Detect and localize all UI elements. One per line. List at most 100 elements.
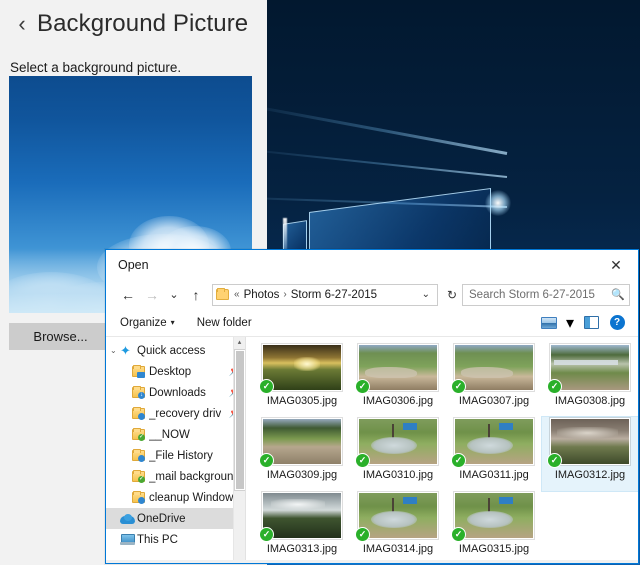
file-item[interactable]: ✓ IMAG0305.jpg bbox=[254, 343, 350, 417]
sync-check-icon: ✓ bbox=[547, 379, 562, 394]
page-title: Background Picture bbox=[37, 10, 249, 37]
star-icon: ✦ bbox=[120, 343, 131, 358]
preview-pane-icon[interactable] bbox=[578, 312, 604, 334]
nav-item-cleanup-window[interactable]: cleanup Window bbox=[106, 487, 245, 508]
back-icon[interactable]: ← bbox=[116, 283, 140, 307]
file-thumbnail-wrapper: ✓ bbox=[547, 344, 630, 394]
file-thumbnail-image bbox=[454, 418, 534, 465]
file-thumbnail-wrapper: ✓ bbox=[259, 418, 342, 468]
nav-item-label: Quick access bbox=[137, 344, 206, 357]
nav-item-label: _mail backgroun bbox=[149, 470, 234, 483]
nav-item-mail-backgroun[interactable]: ✓ _mail backgroun bbox=[106, 466, 245, 487]
nav-item-quick-access[interactable]: ⌄ ✦ Quick access bbox=[106, 340, 245, 361]
nav-item-label: Downloads bbox=[149, 386, 206, 399]
file-thumbnail-image bbox=[262, 492, 342, 539]
file-item[interactable]: ✓ IMAG0310.jpg bbox=[350, 417, 446, 491]
navigation-scrollbar[interactable]: ▴ bbox=[233, 337, 245, 563]
settings-subtitle: Select a background picture. bbox=[10, 60, 182, 75]
file-name-label: IMAG0306.jpg bbox=[362, 395, 434, 407]
file-thumbnail-image bbox=[358, 418, 438, 465]
nav-item-this-pc[interactable]: This PC bbox=[106, 529, 245, 550]
nav-item-label: This PC bbox=[137, 533, 178, 546]
nav-item-now[interactable]: ✓ __NOW bbox=[106, 424, 245, 445]
file-name-label: IMAG0309.jpg bbox=[266, 469, 338, 481]
file-thumbnail-wrapper: ✓ bbox=[355, 492, 438, 542]
file-thumbnail-wrapper: ✓ bbox=[259, 344, 342, 394]
file-grid: ✓ IMAG0305.jpg ✓ IMAG0306.jpg ✓ IMAG0307.jpg ✓… bbox=[246, 337, 638, 563]
chevron-down-icon: ▾ bbox=[170, 318, 175, 327]
file-thumbnail-wrapper: ✓ bbox=[451, 492, 534, 542]
nav-item-recovery-driv[interactable]: _recovery driv📌 bbox=[106, 403, 245, 424]
search-box[interactable]: Search Storm 6-27-2015 🔍 bbox=[462, 283, 630, 306]
dialog-titlebar: Open ✕ bbox=[106, 250, 638, 280]
file-item[interactable]: ✓ IMAG0307.jpg bbox=[446, 343, 542, 417]
help-icon[interactable]: ? bbox=[604, 312, 630, 334]
back-chevron-icon[interactable]: ‹ bbox=[9, 13, 35, 35]
breadcrumb: « Photos › Storm 6-27-2015 bbox=[234, 289, 377, 301]
new-folder-button[interactable]: New folder bbox=[197, 317, 252, 329]
file-thumbnail-wrapper: ✓ bbox=[547, 418, 630, 468]
up-icon[interactable]: ↑ bbox=[184, 283, 208, 307]
file-thumbnail-wrapper: ✓ bbox=[355, 418, 438, 468]
file-item[interactable]: ✓ IMAG0315.jpg bbox=[446, 491, 542, 563]
sync-check-icon: ✓ bbox=[451, 527, 466, 542]
search-input[interactable]: Search Storm 6-27-2015 bbox=[469, 289, 611, 301]
file-thumbnail-image bbox=[454, 344, 534, 391]
folder-sync-icon: ✓ bbox=[132, 427, 149, 441]
view-options-chevron-down-icon[interactable]: ▾ bbox=[562, 312, 578, 334]
file-thumbnail-image bbox=[454, 492, 534, 539]
file-thumbnail-image bbox=[262, 418, 342, 465]
sync-check-icon: ✓ bbox=[355, 527, 370, 542]
close-icon[interactable]: ✕ bbox=[594, 251, 638, 280]
sync-check-icon: ✓ bbox=[355, 453, 370, 468]
dialog-toolbar: Organize ▾ New folder ▾ ? bbox=[106, 309, 638, 337]
light-source-glow bbox=[485, 190, 511, 216]
organize-button[interactable]: Organize ▾ bbox=[120, 317, 175, 329]
file-item[interactable]: ✓ IMAG0313.jpg bbox=[254, 491, 350, 563]
file-item[interactable]: ✓ IMAG0309.jpg bbox=[254, 417, 350, 491]
this-pc-icon bbox=[120, 534, 137, 545]
dialog-body: ⌄✦Quick accessDesktop📌↓Downloads📌_recove… bbox=[106, 337, 638, 563]
file-list-pane[interactable]: ✓ IMAG0305.jpg ✓ IMAG0306.jpg ✓ IMAG0307.jpg ✓… bbox=[246, 337, 638, 563]
file-item[interactable]: ✓ IMAG0314.jpg bbox=[350, 491, 446, 563]
breadcrumb-item-photos[interactable]: Photos bbox=[244, 289, 280, 301]
breadcrumb-separator-icon: › bbox=[283, 289, 287, 300]
nav-item-downloads[interactable]: ↓Downloads📌 bbox=[106, 382, 245, 403]
file-name-label: IMAG0312.jpg bbox=[554, 469, 626, 481]
dialog-navigation-bar: ← → ⌄ ↑ « Photos › Storm 6-27-2015 ⌄ ↻ S… bbox=[106, 280, 638, 309]
refresh-icon[interactable]: ↻ bbox=[442, 288, 462, 302]
file-thumbnail-wrapper: ✓ bbox=[259, 492, 342, 542]
file-item[interactable]: ✓ IMAG0311.jpg bbox=[446, 417, 542, 491]
nav-item-desktop[interactable]: Desktop📌 bbox=[106, 361, 245, 382]
file-name-label: IMAG0305.jpg bbox=[266, 395, 338, 407]
file-item[interactable]: ✓ IMAG0312.jpg bbox=[541, 416, 638, 492]
file-name-label: IMAG0314.jpg bbox=[362, 543, 434, 555]
sync-check-icon: ✓ bbox=[259, 527, 274, 542]
folder-downloads-icon: ↓ bbox=[132, 385, 149, 399]
file-name-label: IMAG0310.jpg bbox=[362, 469, 434, 481]
breadcrumb-overflow-icon[interactable]: « bbox=[234, 289, 240, 300]
file-name-label: IMAG0313.jpg bbox=[266, 543, 338, 555]
forward-icon[interactable]: → bbox=[140, 283, 164, 307]
file-item[interactable]: ✓ IMAG0308.jpg bbox=[542, 343, 638, 417]
file-name-label: IMAG0307.jpg bbox=[458, 395, 530, 407]
breadcrumb-item-storm[interactable]: Storm 6-27-2015 bbox=[291, 289, 377, 301]
nav-item-onedrive[interactable]: OneDrive bbox=[106, 508, 245, 529]
folder-icon bbox=[216, 288, 229, 300]
dialog-bottom-edge bbox=[106, 560, 638, 563]
chevron-down-icon[interactable]: ⌄ bbox=[417, 289, 435, 300]
view-options-icon[interactable] bbox=[536, 312, 562, 334]
scroll-up-icon[interactable]: ▴ bbox=[234, 337, 245, 349]
nav-item-label: _recovery driv bbox=[149, 407, 222, 420]
scrollbar-thumb[interactable] bbox=[235, 350, 245, 490]
file-name-label: IMAG0315.jpg bbox=[458, 543, 530, 555]
nav-item-file-history[interactable]: _File History bbox=[106, 445, 245, 466]
address-bar[interactable]: « Photos › Storm 6-27-2015 ⌄ bbox=[212, 283, 438, 306]
navigation-list: ⌄✦Quick accessDesktop📌↓Downloads📌_recove… bbox=[106, 337, 245, 550]
file-thumbnail-wrapper: ✓ bbox=[451, 344, 534, 394]
file-item[interactable]: ✓ IMAG0306.jpg bbox=[350, 343, 446, 417]
chevron-down-icon[interactable]: ⌄ bbox=[110, 346, 117, 355]
recent-locations-icon[interactable]: ⌄ bbox=[164, 283, 184, 307]
browse-button[interactable]: Browse... bbox=[9, 323, 112, 350]
nav-item-label: _File History bbox=[149, 449, 213, 462]
